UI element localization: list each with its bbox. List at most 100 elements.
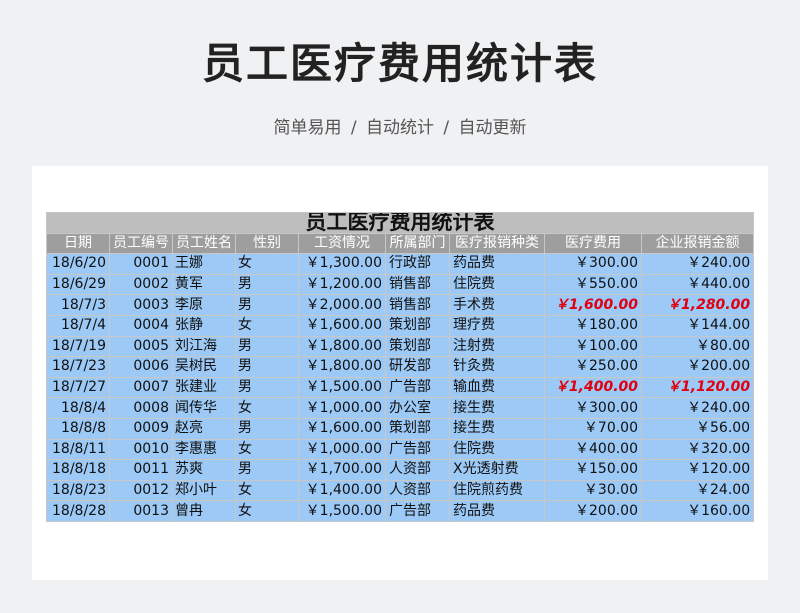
cell-date: 18/8/4 [46, 397, 110, 419]
column-header-department: 所属部门 [385, 232, 450, 255]
table-row: 18/8/28 0013 曾冉女 ￥1,500.00 广告部 药品费 ￥200.00 ￥160… [46, 500, 755, 522]
cell-company-reimbursement: ￥440.00 [640, 273, 755, 296]
cell-salary: ￥1,000.00 [298, 438, 386, 461]
cell-department: 策划部 [385, 314, 450, 337]
cell-employee-id: 0008 [109, 397, 173, 419]
cell-gender: 女 [235, 253, 299, 275]
cell-medical-cost: ￥30.00 [544, 479, 642, 502]
page-subtitle: 简单易用 / 自动统计 / 自动更新 [273, 118, 527, 138]
cell-employee-id: 0009 [109, 417, 173, 440]
cell-company-reimbursement: ￥200.00 [640, 356, 755, 378]
cell-salary: ￥1,500.00 [298, 500, 386, 522]
cell-department: 销售部 [385, 294, 450, 316]
table-header-row: 日期 员工编号 员工姓名 性别 工资情况 所属部门 医疗报销种类 医疗费用 企业报销金额 [46, 232, 755, 255]
cell-employee-id: 0002 [109, 273, 173, 296]
cell-department: 策划部 [385, 335, 450, 358]
cell-date: 18/8/8 [46, 417, 110, 440]
table-title: 员工医疗费用统计表 [45, 212, 755, 234]
column-header-medical-cost: 医疗费用 [544, 232, 642, 255]
cell-medical-cost: ￥70.00 [544, 417, 642, 440]
table-body: 18/6/20 0001 王娜女 ￥1,300.00 行政部 药品费 ￥300.00 ￥240… [46, 253, 755, 522]
table-row: 18/8/11 0010 李惠惠女 ￥1,000.00 广告部 住院费 ￥400.00 ￥32… [46, 438, 755, 461]
cell-reimbursement-type: 输血费 [449, 376, 545, 399]
table-row: 18/7/27 0007 张建业男 ￥1,500.00 广告部 输血费 ￥1,400.00 ￥… [46, 376, 755, 399]
cell-employee-name: 闻传华 [172, 397, 236, 419]
cell-medical-cost: ￥100.00 [544, 335, 642, 358]
cell-salary: ￥1,600.00 [298, 417, 386, 440]
cell-medical-cost: ￥1,600.00 [544, 294, 642, 316]
cell-gender: 男 [235, 459, 299, 481]
cell-employee-name: 吴树民 [172, 356, 236, 378]
table-row: 18/7/23 0006 吴树民男 ￥1,800.00 研发部 针灸费 ￥250.00 ￥20… [46, 356, 755, 378]
cell-gender: 男 [235, 356, 299, 378]
cell-gender: 男 [235, 376, 299, 399]
table-row: 18/6/29 0002 黄军男 ￥1,200.00 销售部 住院费 ￥550.00 ￥440… [46, 273, 755, 296]
cell-employee-name: 李惠惠 [172, 438, 236, 461]
cell-medical-cost: ￥550.00 [544, 273, 642, 296]
cell-company-reimbursement: ￥160.00 [640, 500, 755, 522]
cell-employee-name: 刘江海 [172, 335, 236, 358]
cell-department: 人资部 [385, 479, 450, 502]
column-header-company-reimbursement: 企业报销金额 [640, 232, 755, 255]
cell-department: 研发部 [385, 356, 450, 378]
cell-reimbursement-type: 注射费 [449, 335, 545, 358]
table-title-row: 员工医疗费用统计表 [45, 212, 755, 234]
cell-medical-cost: ￥250.00 [544, 356, 642, 378]
cell-salary: ￥1,700.00 [298, 459, 386, 481]
cell-salary: ￥1,300.00 [298, 253, 386, 275]
cell-employee-id: 0003 [109, 294, 173, 316]
cell-department: 办公室 [385, 397, 450, 419]
column-header-employee-name: 员工姓名 [172, 232, 236, 255]
cell-medical-cost: ￥150.00 [544, 459, 642, 481]
cell-salary: ￥1,200.00 [298, 273, 386, 296]
cell-reimbursement-type: 针灸费 [449, 356, 545, 378]
cell-employee-name: 王娜 [172, 253, 236, 275]
cell-company-reimbursement: ￥240.00 [640, 397, 755, 419]
cell-employee-name: 黄军 [172, 273, 236, 296]
table-row: 18/7/3 0003 李原男 ￥2,000.00 销售部 手术费 ￥1,600.00 ￥1,… [46, 294, 755, 316]
cell-gender: 女 [235, 479, 299, 502]
cell-employee-name: 李原 [172, 294, 236, 316]
cell-reimbursement-type: 理疗费 [449, 314, 545, 337]
medical-expense-table: 员工医疗费用统计表 日期 员工编号 员工姓名 性别 工资情况 所属部门 医疗报销种类 医疗费用… [45, 212, 755, 522]
cell-gender: 女 [235, 438, 299, 461]
cell-reimbursement-type: 接生费 [449, 397, 545, 419]
cell-department: 销售部 [385, 273, 450, 296]
cell-employee-name: 苏爽 [172, 459, 236, 481]
column-header-date: 日期 [46, 232, 110, 255]
cell-employee-name: 曾冉 [172, 500, 236, 522]
cell-department: 策划部 [385, 417, 450, 440]
cell-date: 18/8/28 [46, 500, 110, 522]
column-header-gender: 性别 [235, 232, 299, 255]
cell-date: 18/6/29 [46, 273, 110, 296]
cell-company-reimbursement: ￥1,280.00 [640, 294, 755, 316]
cell-medical-cost: ￥180.00 [544, 314, 642, 337]
cell-gender: 女 [235, 314, 299, 337]
cell-medical-cost: ￥300.00 [544, 397, 642, 419]
cell-date: 18/8/18 [46, 459, 110, 481]
cell-employee-id: 0011 [109, 459, 173, 481]
cell-company-reimbursement: ￥56.00 [640, 417, 755, 440]
cell-employee-id: 0012 [109, 479, 173, 502]
table-row: 18/8/23 0012 郑小叶女 ￥1,400.00 人资部 住院煎药费 ￥30.00 ￥2… [46, 479, 755, 502]
cell-medical-cost: ￥200.00 [544, 500, 642, 522]
table-row: 18/7/19 0005 刘江海男 ￥1,800.00 策划部 注射费 ￥100.00 ￥80… [46, 335, 755, 358]
table-row: 18/6/20 0001 王娜女 ￥1,300.00 行政部 药品费 ￥300.00 ￥240… [46, 253, 755, 275]
cell-medical-cost: ￥400.00 [544, 438, 642, 461]
cell-reimbursement-type: 药品费 [449, 500, 545, 522]
cell-salary: ￥1,400.00 [298, 479, 386, 502]
cell-reimbursement-type: 接生费 [449, 417, 545, 440]
cell-company-reimbursement: ￥120.00 [640, 459, 755, 481]
cell-department: 人资部 [385, 459, 450, 481]
cell-gender: 男 [235, 335, 299, 358]
table-row: 18/7/4 0004 张静女 ￥1,600.00 策划部 理疗费 ￥180.00 ￥144.… [46, 314, 755, 337]
column-header-employee-id: 员工编号 [109, 232, 173, 255]
cell-employee-id: 0010 [109, 438, 173, 461]
cell-employee-name: 张静 [172, 314, 236, 337]
cell-reimbursement-type: 住院费 [449, 273, 545, 296]
cell-employee-id: 0004 [109, 314, 173, 337]
cell-salary: ￥1,800.00 [298, 335, 386, 358]
cell-employee-name: 赵亮 [172, 417, 236, 440]
cell-reimbursement-type: X光透射费 [449, 459, 545, 481]
cell-date: 18/7/27 [46, 376, 110, 399]
